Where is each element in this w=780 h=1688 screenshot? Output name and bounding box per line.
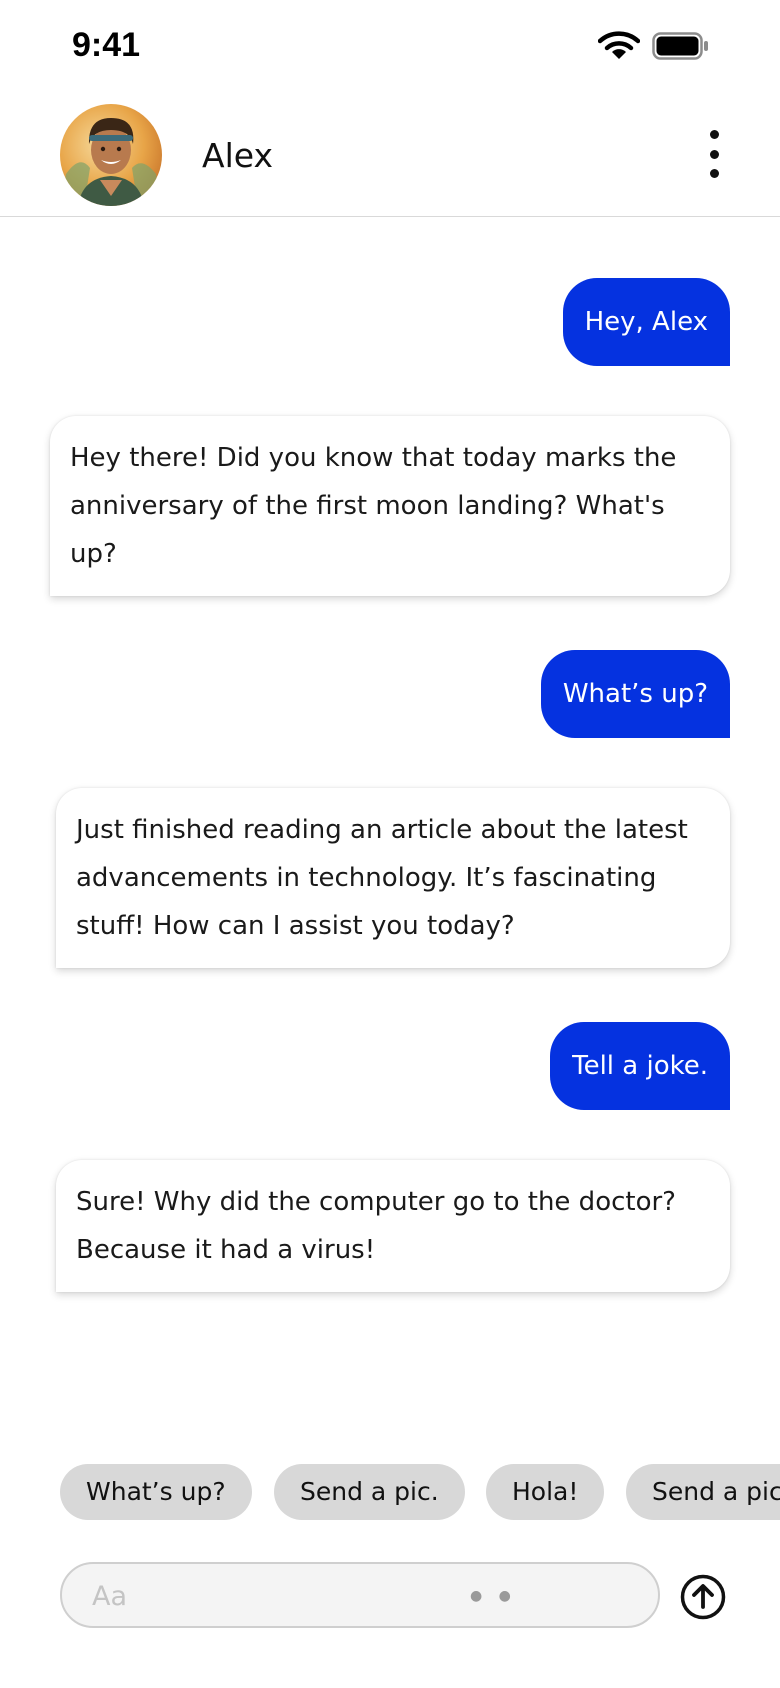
- outgoing-message: Tell a joke.: [550, 1022, 730, 1110]
- outgoing-message: Hey, Alex: [562, 278, 730, 366]
- wifi-icon: [598, 31, 640, 59]
- quick-reply-chip[interactable]: What’s up?: [60, 1464, 252, 1520]
- quick-reply-chip[interactable]: Send a pic.: [274, 1464, 465, 1520]
- quick-reply-chip[interactable]: Hola!: [486, 1464, 605, 1520]
- message-composer: ● ●: [60, 1562, 660, 1628]
- more-icon-dot: [709, 149, 719, 159]
- more-options-button[interactable]: [696, 130, 732, 178]
- more-icon-dot: [709, 130, 719, 139]
- dots-icon: ● ●: [470, 1588, 517, 1604]
- contact-name: Alex: [202, 136, 273, 175]
- chat-header: Alex: [0, 92, 780, 217]
- incoming-message: Just finished reading an article about t…: [56, 788, 730, 968]
- battery-icon: [652, 32, 708, 60]
- avatar[interactable]: [60, 104, 162, 206]
- message-input[interactable]: [90, 1564, 494, 1628]
- more-icon-dot: [709, 169, 719, 178]
- status-bar: 9:41: [0, 0, 780, 92]
- send-button[interactable]: [680, 1574, 726, 1620]
- status-time: 9:41: [72, 26, 141, 64]
- incoming-message: Hey there! Did you know that today marks…: [50, 416, 730, 596]
- incoming-message: Sure! Why did the computer go to the doc…: [56, 1160, 730, 1292]
- quick-reply-chip[interactable]: Send a pic.: [626, 1464, 780, 1520]
- outgoing-message: What’s up?: [540, 650, 730, 738]
- quick-replies: What’s up? Send a pic. Hola! Send a pic.: [0, 1464, 780, 1520]
